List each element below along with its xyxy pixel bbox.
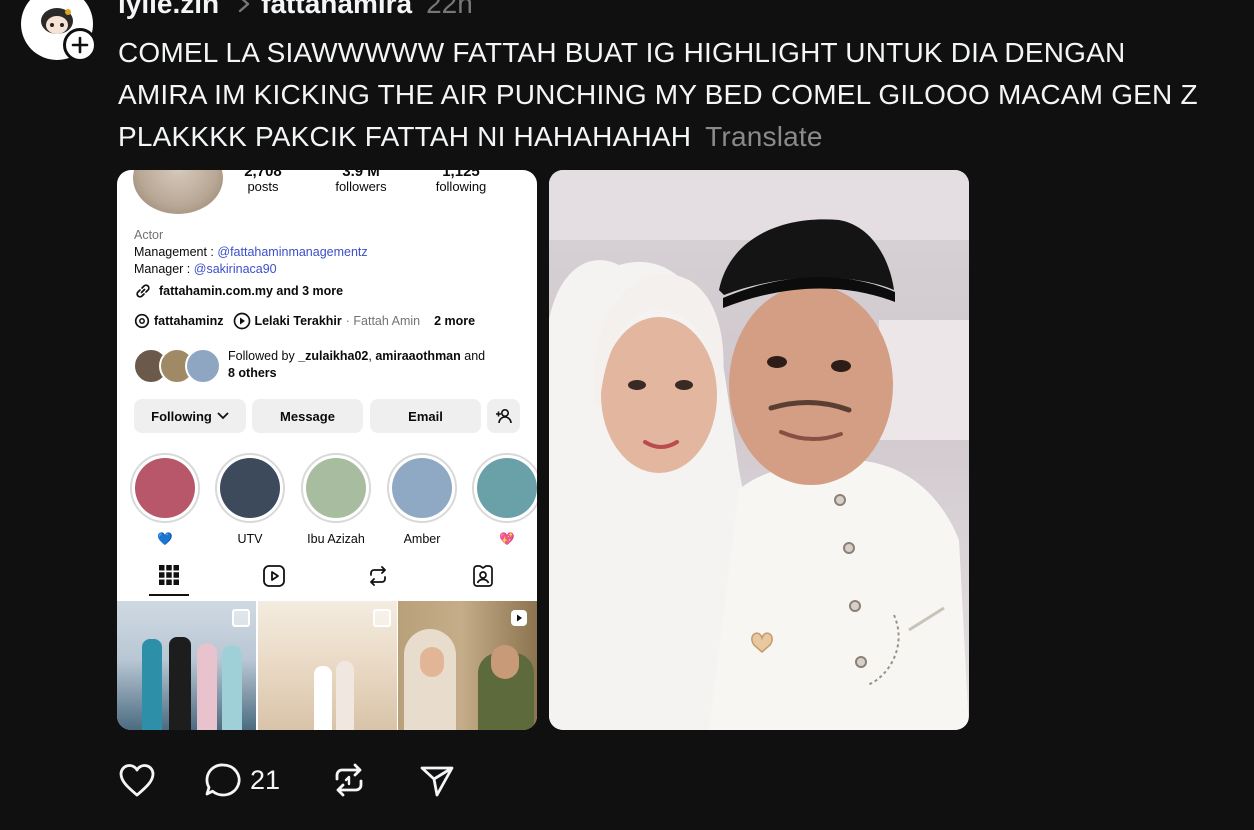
ig-message-button: Message [252, 399, 363, 433]
reply-to-username[interactable]: fattahamira [261, 0, 412, 20]
ig-highlight-4: Amber [384, 453, 460, 546]
ig-followed-by-avatars [133, 346, 223, 384]
send-icon [420, 766, 454, 797]
post-time: 22h [426, 0, 473, 19]
play-circle-icon [234, 312, 251, 330]
post-text: COMEL LA SIAWWWWW FATTAH BUAT IG HIGHLIG… [118, 37, 1198, 152]
ig-threads-line: fattahaminz Lelaki Terakhir · Fattah Ami… [134, 312, 475, 330]
couple-selfie-illustration [549, 170, 969, 730]
ig-followed-by-text: Followed by _zulaikha02, amiraaothman an… [228, 349, 486, 380]
ig-grid-photo-3 [398, 601, 537, 730]
reply-count: 21 [250, 764, 281, 795]
author-username[interactable]: lylie.zin [118, 0, 219, 20]
plus-icon [71, 36, 89, 54]
ig-manager-line: Manager : @sakirinaca90 [134, 262, 277, 276]
translate-link[interactable]: Translate [705, 121, 822, 152]
repost-icon [370, 566, 386, 586]
more-options-icon[interactable] [1168, 0, 1198, 6]
ig-add-person-button [487, 399, 520, 433]
ig-stat-following: 1,125 following [435, 170, 487, 194]
ig-highlight-3: Ibu Azizah [298, 453, 374, 546]
repost-icon [335, 763, 363, 797]
ig-stat-followers: 3.9 Mfollowers [335, 170, 387, 194]
like-button[interactable] [118, 760, 156, 800]
chevron-right-icon [237, 0, 251, 14]
heart-icon [119, 764, 155, 797]
grid-icon [159, 565, 179, 585]
ig-following-button: Following [134, 399, 246, 433]
ig-tab-grid [149, 564, 189, 596]
ig-grid-photo-1 [117, 601, 256, 730]
threads-icon [134, 313, 150, 329]
post-body: COMEL LA SIAWWWWW FATTAH BUAT IG HIGHLIG… [118, 32, 1218, 158]
ig-highlight-5: 💖 [469, 453, 537, 547]
media-image-selfie[interactable] [549, 170, 969, 730]
ig-highlight-2: UTV [212, 453, 288, 546]
ig-management-line: Management : @fattahaminmanagementz [134, 245, 368, 259]
share-button[interactable] [418, 760, 456, 800]
ig-stat-posts: 2,708 posts [244, 170, 282, 194]
repost-button[interactable] [330, 760, 368, 800]
ig-category: Actor [134, 228, 164, 242]
reel-badge-icon [511, 610, 527, 626]
ig-profile-picture [133, 170, 223, 214]
ig-tab-tagged [463, 564, 503, 590]
follow-plus-button[interactable] [63, 28, 97, 62]
reply-button[interactable]: 21 [204, 760, 280, 800]
add-person-icon [495, 408, 512, 424]
chevron-down-icon [217, 412, 229, 420]
ig-tab-reposts [358, 564, 398, 590]
ig-tab-reels [254, 564, 294, 590]
comment-bubble-icon [205, 763, 241, 797]
post-header: lylie.zin fattahamira 22h [118, 0, 473, 22]
tagged-person-icon [473, 565, 493, 587]
ig-email-button: Email [370, 399, 481, 433]
media-image-instagram-profile[interactable]: 2,708 posts 3.9 Mfollowers 1,125 following… [117, 170, 537, 730]
ig-highlight-1: 💙 [127, 453, 203, 547]
ig-grid-photo-2 [258, 601, 397, 730]
reels-icon [263, 565, 285, 587]
link-icon [136, 284, 150, 298]
ig-link-line: fattahamin.com.my and 3 more [134, 282, 343, 300]
